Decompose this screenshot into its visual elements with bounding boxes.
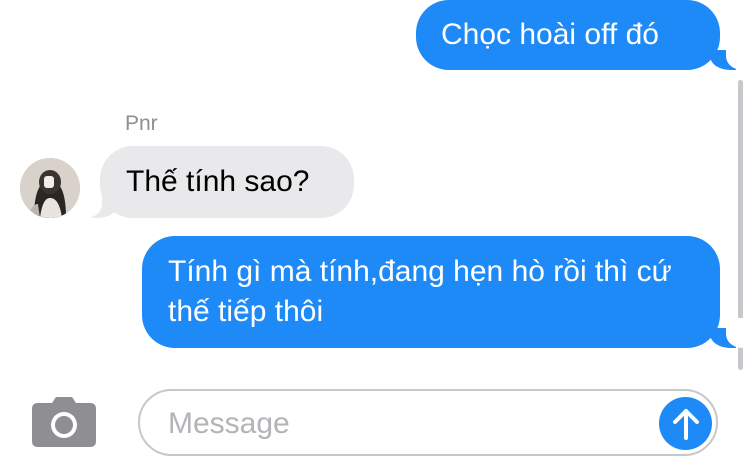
- message-input-container: [138, 389, 718, 456]
- camera-icon[interactable]: [32, 397, 96, 447]
- bubble-tail: [710, 318, 744, 348]
- arrow-up-icon: [672, 408, 699, 440]
- message-text: Tính gì mà tính,đang hẹn hò rồi thì cứ t…: [168, 255, 672, 328]
- sent-message-bubble[interactable]: Tính gì mà tính,đang hẹn hò rồi thì cứ t…: [142, 236, 720, 348]
- sent-message-bubble[interactable]: Chọc hoài off đó: [416, 0, 720, 70]
- avatar[interactable]: [20, 158, 80, 218]
- message-input[interactable]: [166, 403, 640, 445]
- sender-name: Pnr: [125, 112, 158, 135]
- message-text: Chọc hoài off đó: [441, 18, 659, 51]
- message-text: Thế tính sao?: [126, 165, 310, 198]
- received-message-bubble[interactable]: Thế tính sao?: [100, 146, 354, 218]
- avatar-photo-icon: [20, 158, 80, 218]
- bubble-tail: [710, 40, 744, 70]
- send-button[interactable]: [659, 397, 712, 450]
